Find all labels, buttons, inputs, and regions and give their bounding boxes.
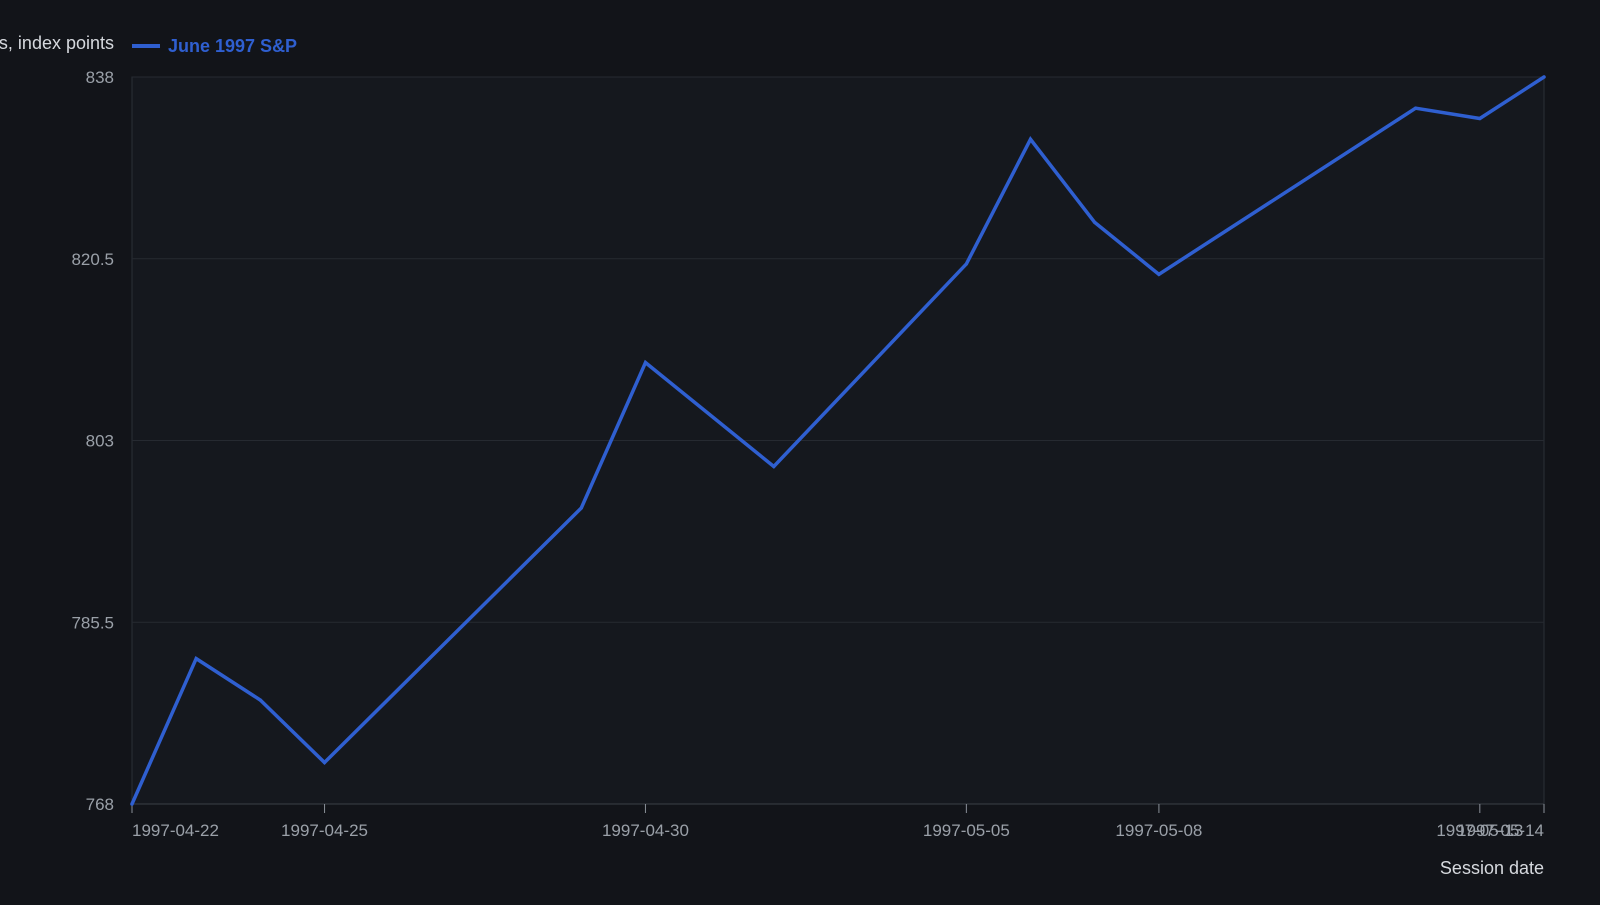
x-axis-label: Session date	[1440, 858, 1544, 878]
data-point	[772, 464, 776, 469]
data-point	[1414, 106, 1418, 110]
y-tick-label: 803	[86, 432, 114, 451]
data-point	[579, 506, 583, 510]
data-point	[643, 361, 648, 365]
chart-container: 768 785.5 803 820.5 838 1997-04-22 1997-04-25 1…	[0, 0, 1600, 900]
x-tick-label: 1997-04-30	[602, 821, 689, 840]
data-point	[964, 262, 968, 266]
x-tick-label: 1997-05-05	[923, 821, 1010, 840]
y-tick-label: 785.5	[71, 613, 114, 632]
x-tick-label: 1997-05-08	[1115, 821, 1202, 840]
y-tick-label: 838	[86, 68, 114, 87]
data-point	[1028, 137, 1033, 141]
y-tick-label: 820.5	[71, 250, 114, 269]
data-point	[258, 698, 262, 702]
grid-layer	[131, 76, 1545, 805]
legend-label: June 1997 S&P	[168, 36, 297, 56]
data-point	[194, 657, 198, 661]
y-tick-label: 768	[86, 795, 114, 814]
x-tick-label: 1997-04-25	[281, 821, 368, 840]
data-point	[1093, 220, 1097, 224]
data-point	[1542, 75, 1546, 79]
data-point	[130, 802, 134, 806]
line-chart: 768 785.5 803 820.5 838 1997-04-22 1997-04-25 1…	[0, 33, 1546, 878]
x-tick-label: 1997-05-14	[1457, 821, 1544, 840]
x-tick-label: 1997-04-22	[132, 821, 219, 840]
data-point	[1478, 116, 1482, 121]
y-axis-label: Points, index points	[0, 33, 114, 53]
data-point	[322, 760, 327, 765]
data-point	[1157, 272, 1161, 276]
